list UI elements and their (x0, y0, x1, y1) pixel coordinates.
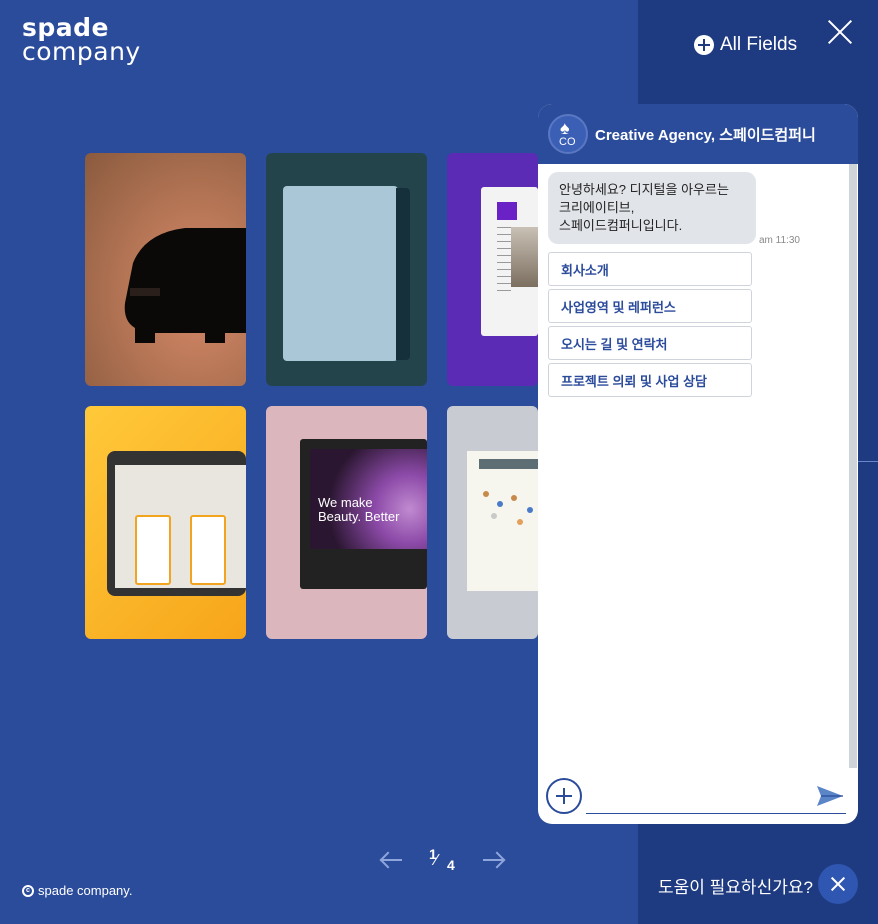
bot-message-line-3: 스페이드컴퍼니입니다. (559, 218, 683, 233)
prev-arrow-icon[interactable] (382, 859, 402, 861)
portfolio-card-website[interactable] (447, 153, 538, 386)
chat-title: Creative Agency, 스페이드컴퍼니 (595, 126, 816, 144)
molecule-atom (497, 501, 503, 507)
molecule-atom (491, 513, 497, 519)
plus-circle-icon (694, 35, 714, 55)
beauty-headline: We make Beauty. Better (318, 496, 399, 524)
quick-reply-company-intro[interactable]: 회사소개 (548, 252, 752, 286)
tablet-option-2 (190, 515, 226, 585)
bot-message-line-2: 크리에이티브, (559, 200, 635, 215)
quick-reply-project-inquiry[interactable]: 프로젝트 의뢰 및 사업 상담 (548, 363, 752, 397)
chat-widget: ♠ CO Creative Agency, 스페이드컴퍼니 안녕하세요? 디지털… (538, 104, 858, 824)
avatar: ♠ CO (548, 114, 588, 154)
close-icon[interactable] (826, 18, 854, 46)
bot-message-line-1: 안녕하세요? 디지털을 아우르는 (559, 182, 729, 197)
beauty-headline-line-2: Beauty. Better (318, 509, 400, 524)
tablet-screen (115, 465, 246, 588)
chat-scrollbar[interactable] (849, 164, 857, 768)
divider (858, 461, 878, 462)
website-mockup-image (481, 187, 538, 336)
logo-line-2: company (22, 37, 141, 66)
book-cover-image (283, 186, 398, 361)
lg-platform-mockup-image (467, 451, 538, 591)
copyright-text: spade company. (38, 883, 133, 898)
chat-close-button[interactable] (818, 864, 858, 904)
quick-reply-business-references[interactable]: 사업영역 및 레퍼런스 (548, 289, 752, 323)
help-prompt: 도움이 필요하신가요? (658, 878, 813, 897)
send-icon[interactable] (816, 784, 844, 808)
tablet-option-1 (135, 515, 171, 585)
portfolio-card-beauty[interactable]: We make Beauty. Better (266, 406, 427, 639)
add-attachment-button[interactable] (546, 778, 582, 814)
portfolio-card-book[interactable] (266, 153, 427, 386)
message-time: am 11:30 (759, 235, 800, 246)
page-total: 4 (447, 857, 455, 873)
car-image (124, 228, 246, 343)
lg-panel-header (479, 459, 538, 469)
portfolio-card-tablet-app[interactable] (85, 406, 246, 639)
copyright: c spade company. (22, 883, 132, 898)
all-fields-button[interactable]: All Fields (694, 34, 797, 56)
molecule-atom (511, 495, 517, 501)
molecule-atom (527, 507, 533, 513)
website-logo-block (497, 202, 517, 220)
beauty-headline-line-1: We make (318, 495, 373, 510)
website-photo (511, 227, 538, 287)
portfolio-card-lg-chem[interactable] (447, 406, 538, 639)
page-separator: ⁄ (435, 852, 438, 869)
quick-reply-location-contact[interactable]: 오시는 길 및 연락처 (548, 326, 752, 360)
all-fields-label: All Fields (720, 34, 798, 55)
spade-icon: ♠ (560, 118, 570, 138)
pager: 1 ⁄ 4 (380, 846, 504, 874)
chat-header: ♠ CO Creative Agency, 스페이드컴퍼니 (538, 104, 858, 164)
chat-message-input[interactable] (586, 780, 846, 814)
avatar-text: CO (559, 136, 576, 148)
next-arrow-icon[interactable] (483, 859, 503, 861)
tablet-mockup-image (107, 451, 246, 596)
spade-company-logo[interactable]: spade company (22, 15, 141, 66)
website-text-lines (497, 227, 511, 297)
book-spine (396, 188, 410, 360)
copyright-icon: c (22, 884, 34, 897)
portfolio-card-car[interactable] (85, 153, 246, 386)
molecule-atom (517, 519, 523, 525)
molecule-atom (483, 491, 489, 497)
bot-message: 안녕하세요? 디지털을 아우르는 크리에이티브, 스페이드컴퍼니입니다. (548, 172, 756, 244)
chat-input-row (538, 776, 858, 824)
